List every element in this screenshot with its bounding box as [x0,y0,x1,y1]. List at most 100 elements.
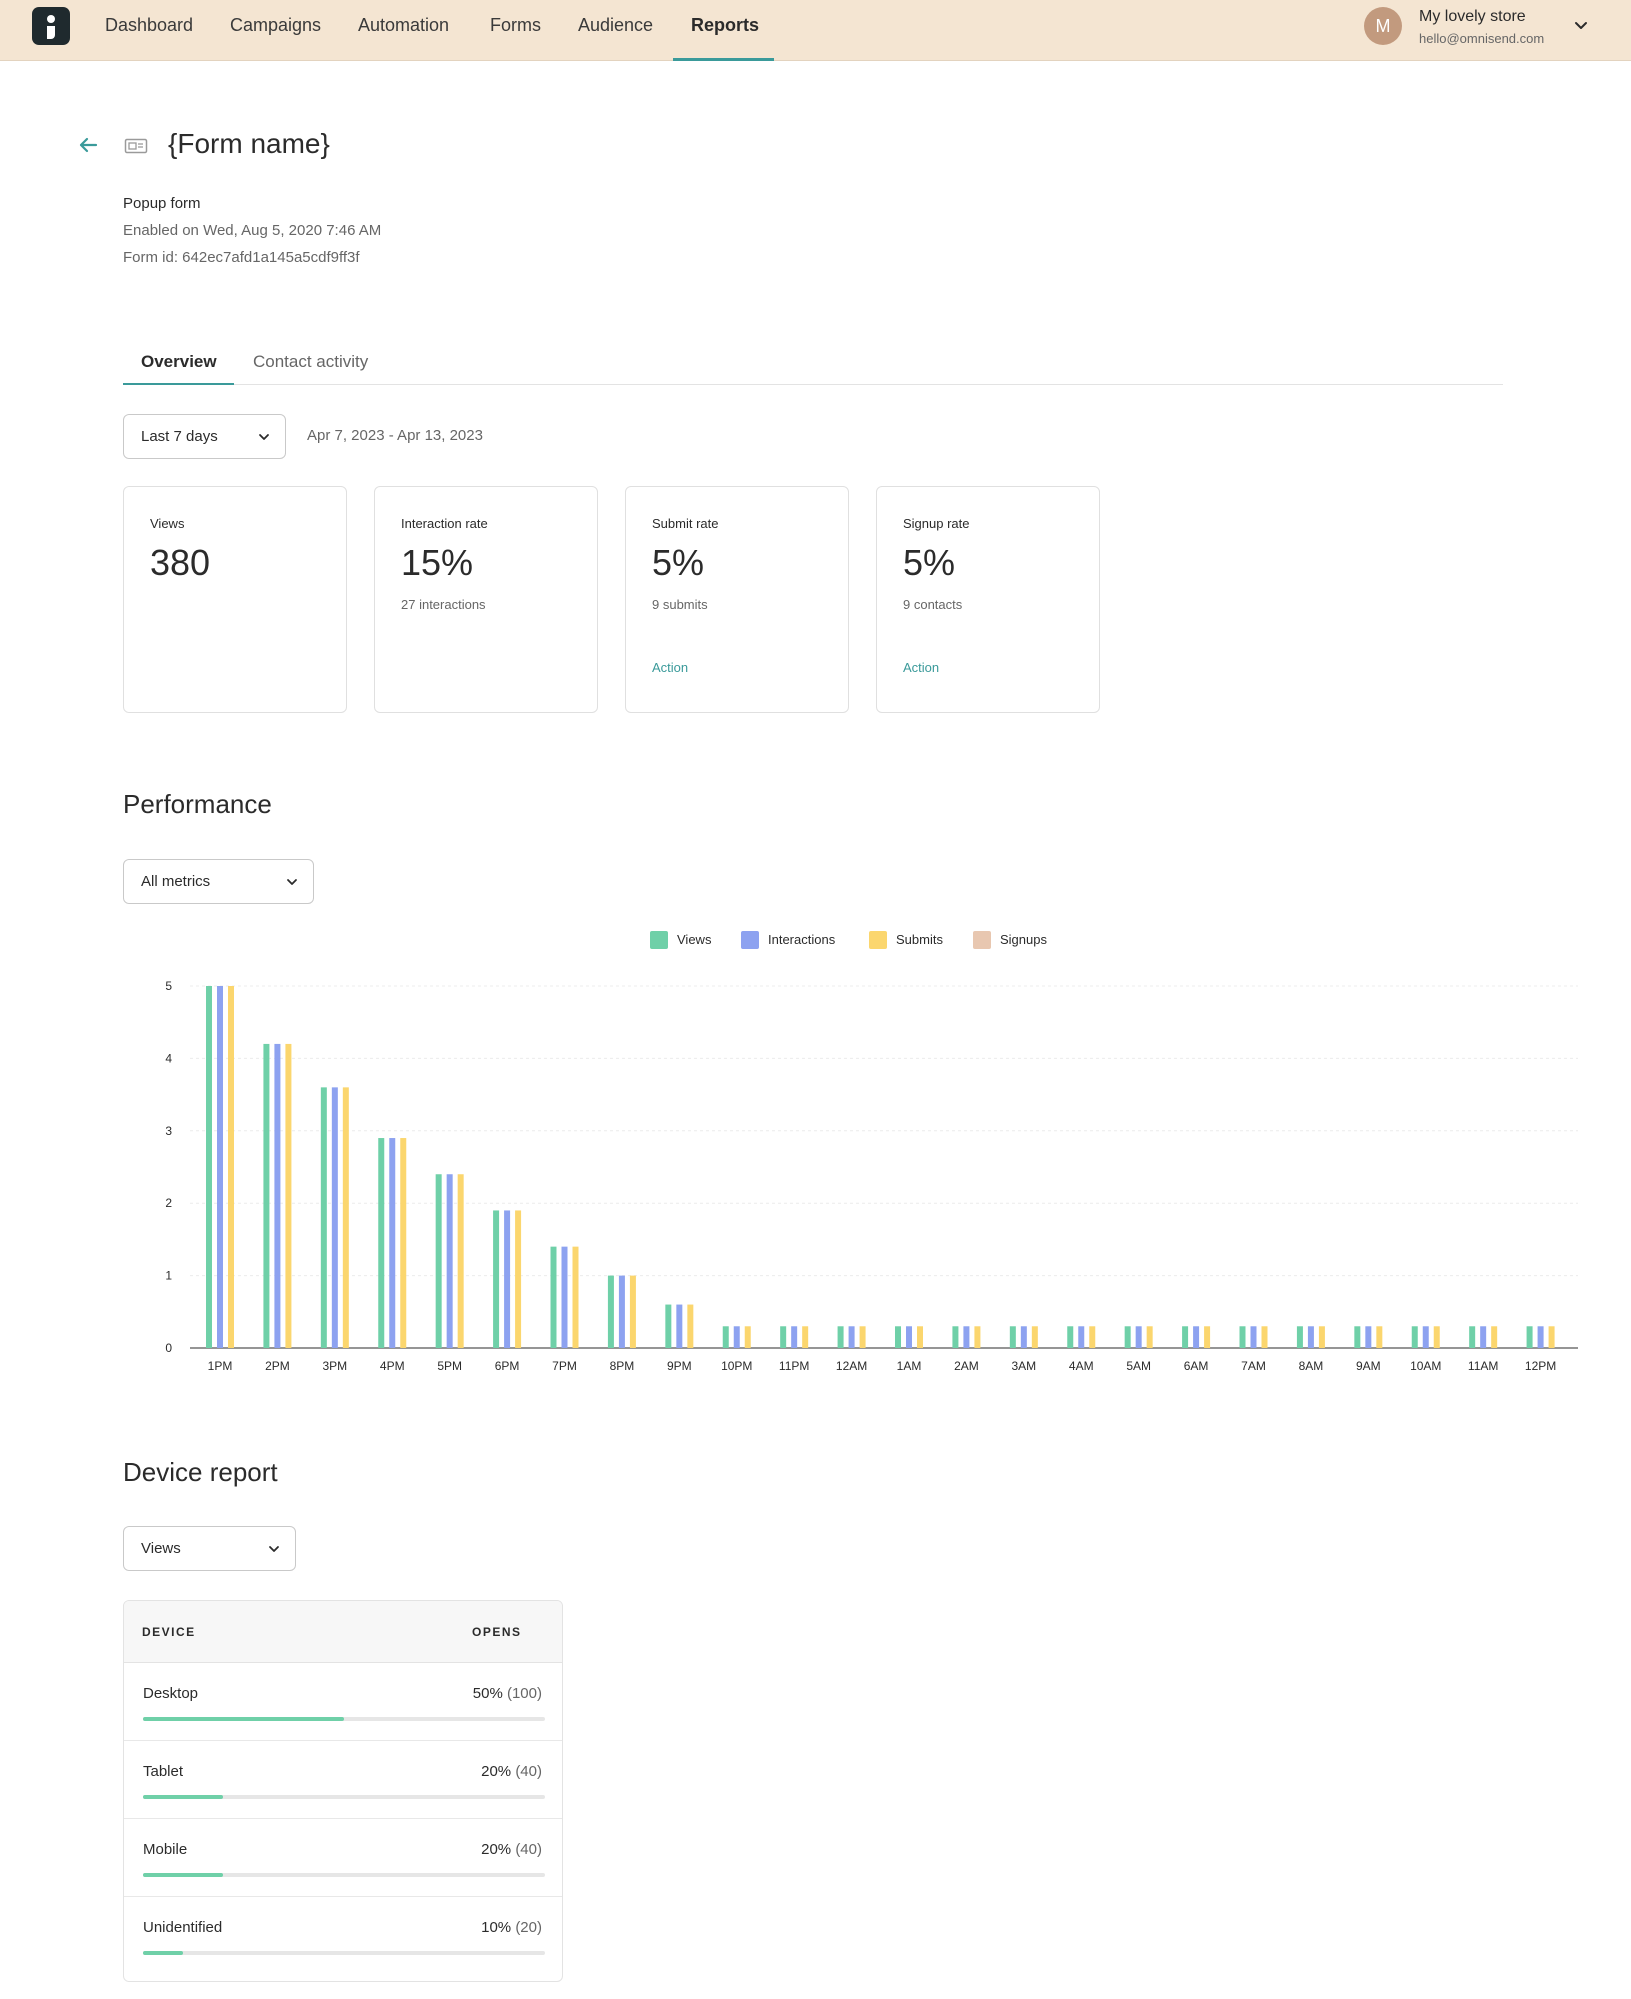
stat-label: Signup rate [903,516,970,531]
nav-audience[interactable]: Audience [578,14,653,61]
x-tick-label: 12PM [1525,1359,1556,1373]
period-dropdown[interactable]: Last 7 days [123,414,286,459]
bar-submits [917,1326,923,1348]
bar-views [1469,1326,1476,1348]
metric-dropdown[interactable]: All metrics [123,859,314,904]
bar-views [1411,1326,1418,1348]
device-report-title: Device report [123,1457,278,1487]
device-metric-dropdown-label: Views [141,1540,181,1557]
progress-fill [143,1873,224,1877]
device-percent: 50% [472,1685,503,1702]
bar-interactions [1537,1326,1544,1348]
form-type-label: Popup form [123,195,201,212]
bar-submits [457,1174,464,1348]
device-table: DEVICE OPENS Desktop 50% (100) Tablet 20… [123,1600,563,1982]
bar-views [1239,1326,1246,1348]
bar-interactions [446,1174,453,1348]
y-tick-label: 0 [165,1341,172,1355]
bar-submits [342,1087,349,1348]
device-percent: 10% [481,1919,512,1936]
bar-views [607,1275,614,1348]
form-id-label: Form id: 642ec7afd1a145a5cdf9ff3f [123,249,360,266]
x-tick-label: 10AM [1410,1359,1441,1373]
bar-interactions [1135,1326,1142,1348]
column-header-device: DEVICE [142,1625,196,1639]
bar-views [435,1174,442,1348]
bar-interactions [676,1304,683,1348]
bar-submits [1318,1326,1325,1348]
tab-contact-activity[interactable]: Contact activity [253,352,368,372]
x-tick-label: 2PM [265,1359,290,1373]
device-percent: 20% [481,1763,512,1780]
bar-interactions [1480,1326,1487,1348]
device-name: Mobile [143,1841,188,1858]
bar-interactions [1020,1326,1027,1348]
bar-submits [228,986,234,1348]
bar-views [1526,1326,1533,1348]
stat-value: 5% [652,542,705,583]
bar-views [320,1087,327,1348]
bar-interactions [848,1326,855,1348]
bar-submits [802,1326,809,1348]
device-percent: 20% [481,1841,512,1858]
x-tick-label: 7AM [1241,1359,1266,1373]
y-tick-label: 5 [165,979,172,993]
x-tick-label: 8PM [610,1359,635,1373]
logo-dot [47,15,55,23]
device-metric-dropdown[interactable]: Views [123,1526,296,1571]
bar-views [780,1326,787,1348]
device-value: 50% (100) [473,1685,542,1702]
nav-automation[interactable]: Automation [358,14,449,61]
bar-submits [285,1043,292,1348]
store-name[interactable]: My lovely store [1419,8,1526,26]
bar-interactions [331,1087,338,1348]
stat-value: 380 [150,542,211,583]
x-tick-label: 3PM [322,1359,347,1373]
nav-dashboard[interactable]: Dashboard [105,14,193,61]
stat-value: 15% [401,542,474,583]
x-tick-label: 10PM [721,1359,752,1373]
device-table-header: DEVICE OPENS [124,1601,562,1663]
nav-campaigns[interactable]: Campaigns [230,14,321,61]
back-arrow-icon[interactable] [76,133,100,157]
signup-rate-action-link[interactable]: Action [903,660,939,675]
stat-card-submit-rate: Submit rate 5% 9 submits Action [625,486,849,713]
submit-rate-action-link[interactable]: Action [652,660,688,675]
bar-views [895,1326,901,1348]
bar-interactions [1078,1326,1085,1348]
bar-submits [1146,1326,1153,1348]
bar-views [550,1246,557,1348]
stat-subtext: 9 contacts [903,597,963,612]
nav-reports[interactable]: Reports [691,14,759,61]
bar-submits [1376,1326,1383,1348]
store-email: hello@omnisend.com [1419,31,1545,46]
bar-views [1124,1326,1131,1348]
bar-submits [1089,1326,1096,1348]
tab-active-indicator [123,383,234,385]
y-tick-label: 4 [165,1051,172,1065]
bar-interactions [1193,1326,1200,1348]
stat-label: Submit rate [652,516,719,531]
bar-submits [1491,1326,1498,1348]
bar-views [263,1043,270,1348]
nav-forms[interactable]: Forms [490,14,541,61]
omnisend-logo-icon[interactable] [32,7,70,45]
tab-overview[interactable]: Overview [141,352,217,372]
x-tick-label: 8AM [1299,1359,1324,1373]
bar-submits [1548,1326,1555,1348]
chevron-down-icon[interactable] [1572,16,1590,34]
bar-views [722,1326,729,1348]
x-tick-label: 11PM [779,1359,809,1373]
device-count: (40) [515,1841,542,1858]
bar-views [665,1304,672,1348]
progress-track [143,1873,545,1877]
x-tick-label: 9PM [667,1359,692,1373]
bar-views [837,1326,844,1348]
avatar[interactable]: M [1364,7,1402,45]
progress-fill [143,1951,184,1955]
stat-value: 5% [903,542,956,583]
chevron-down-icon [269,1546,279,1552]
x-tick-label: 11AM [1468,1359,1498,1373]
bar-interactions [1422,1326,1429,1348]
logo-stem [47,26,55,39]
